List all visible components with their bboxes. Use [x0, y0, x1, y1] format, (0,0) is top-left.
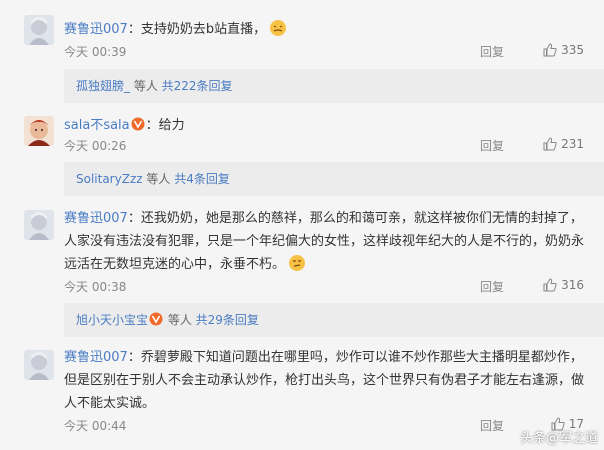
avatar[interactable] — [24, 350, 54, 380]
sub-reply-username[interactable]: SolitaryZzz — [76, 172, 143, 186]
thumbs-up-icon — [543, 278, 557, 292]
comment-username[interactable]: 赛鲁迅007 — [64, 211, 128, 226]
sub-replies-bar[interactable]: SolitaryZzz 等人 共4条回复 — [64, 162, 604, 196]
comment-meta: 今天 00:44 回复 17 — [64, 417, 586, 435]
sub-reply-username[interactable]: 旭小天小宝宝 — [76, 313, 148, 327]
reply-button[interactable]: 回复 — [480, 43, 504, 60]
reply-button[interactable]: 回复 — [480, 417, 504, 434]
sub-reply-suffix: 等人 — [130, 79, 162, 93]
avatar[interactable] — [24, 15, 54, 45]
watermark: 头条@军之道 — [519, 431, 598, 446]
comment-text: ：还我奶奶，她是那么的慈祥，那么的和蔼可亲，就这样被你们无情的封掉了，人家没有违… — [64, 211, 585, 272]
sub-replies-bar[interactable]: 旭小天小宝宝 等人 共29条回复 — [64, 303, 604, 337]
sub-reply-suffix: 等人 — [142, 172, 175, 186]
thumbs-up-icon — [543, 43, 557, 57]
reply-button[interactable]: 回复 — [480, 278, 504, 295]
comment-meta: 今天 00:38 回复 316 — [64, 278, 586, 296]
comment-username[interactable]: 赛鲁迅007 — [64, 350, 128, 365]
vip-badge-icon — [149, 305, 163, 326]
reply-button[interactable]: 回复 — [480, 137, 504, 154]
comment-text: ：乔碧萝殿下知道问题出在哪里吗，炒作可以谁不炒作那些大主播明星都炒作，但是区别在… — [64, 350, 585, 411]
comment-time: 今天 00:38 — [64, 280, 127, 294]
thumbs-up-icon — [543, 137, 557, 151]
sub-reply-count[interactable]: 共29条回复 — [196, 313, 259, 327]
comment-meta: 今天 00:39 回复 335 — [64, 43, 586, 61]
comment-text-block: 赛鲁迅007：乔碧萝殿下知道问题出在哪里吗，炒作可以谁不炒作那些大主播明星都炒作… — [64, 346, 586, 415]
like-button[interactable]: 231 — [543, 137, 584, 151]
like-button[interactable]: 316 — [543, 278, 584, 292]
comment-text-block: 赛鲁迅007：还我奶奶，她是那么的慈祥，那么的和蔼可亲，就这样被你们无情的封掉了… — [64, 207, 586, 276]
like-count: 335 — [561, 43, 584, 57]
like-count: 231 — [561, 137, 584, 151]
avatar[interactable] — [24, 210, 54, 240]
emoji-icon — [288, 254, 306, 272]
comment-text: ：给力 — [145, 118, 185, 133]
comment-text: ：支持奶奶去b站直播， — [127, 22, 267, 37]
comment-time: 今天 00:39 — [64, 45, 127, 59]
comment-meta: 今天 00:26 回复 231 — [64, 137, 586, 155]
comment-username[interactable]: sala不sala — [64, 118, 130, 133]
emoji-icon — [269, 19, 287, 37]
comment-text-block: sala不sala ：给力 — [64, 114, 586, 137]
sub-replies-bar[interactable]: 孤独翅膀_ 等人 共222条回复 — [64, 69, 604, 103]
sub-reply-username[interactable]: 孤独翅膀_ — [76, 79, 130, 93]
sub-reply-count[interactable]: 共4条回复 — [174, 172, 230, 186]
comment-username[interactable]: 赛鲁迅007 — [64, 22, 128, 37]
sub-reply-suffix: 等人 — [164, 313, 196, 327]
like-button[interactable]: 335 — [543, 43, 584, 57]
avatar[interactable] — [24, 116, 54, 146]
comment-time: 今天 00:44 — [64, 419, 127, 433]
comment-text-block: 赛鲁迅007：支持奶奶去b站直播， — [64, 18, 586, 41]
vip-badge-icon — [131, 116, 145, 131]
sub-reply-count[interactable]: 共222条回复 — [162, 79, 233, 93]
like-count: 316 — [561, 278, 584, 292]
comment-time: 今天 00:26 — [64, 139, 127, 153]
